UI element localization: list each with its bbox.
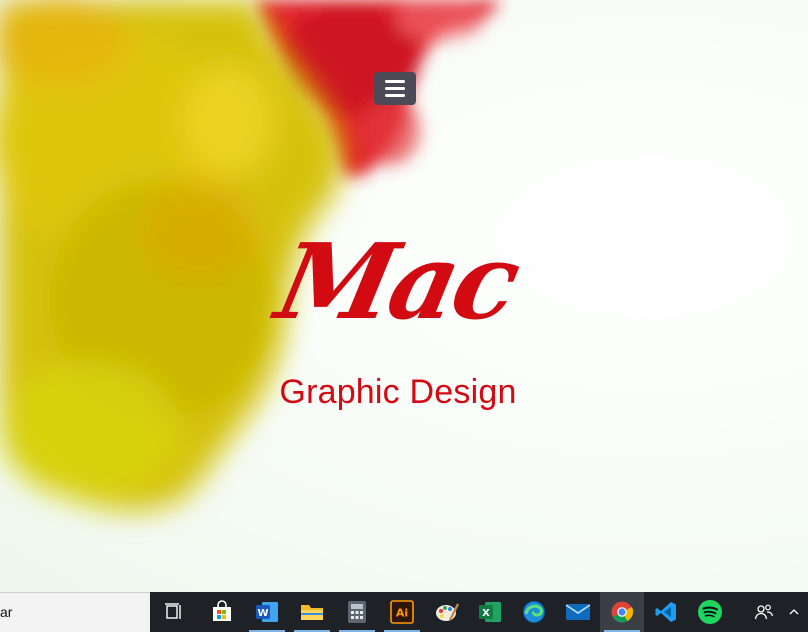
spotify-icon[interactable] (688, 592, 732, 632)
file-explorer-icon[interactable] (290, 592, 334, 632)
chrome-icon[interactable] (600, 592, 644, 632)
edge-icon[interactable] (512, 592, 556, 632)
word-icon[interactable]: W (245, 592, 289, 632)
hamburger-menu-icon-bar (385, 87, 405, 90)
people-icon[interactable] (742, 592, 786, 632)
illustrator-letters: Ai (396, 607, 408, 620)
hero-section: Mac Graphic Design (0, 0, 808, 592)
calculator-icon[interactable] (335, 592, 379, 632)
logo-script-text: Mac (267, 220, 527, 343)
tray-chevron-icon[interactable] (788, 592, 808, 632)
microsoft-store-icon[interactable] (200, 592, 244, 632)
hamburger-menu-button[interactable] (374, 72, 416, 105)
mac-logo: Mac Graphic Design (262, 220, 532, 418)
taskbar-search-text: ar (0, 604, 13, 620)
illustrator-icon[interactable]: Ai (380, 592, 424, 632)
vscode-icon[interactable] (644, 592, 688, 632)
hamburger-menu-icon-bar (385, 80, 405, 83)
mail-icon[interactable] (556, 592, 600, 632)
paint-icon[interactable] (425, 592, 469, 632)
logo-subtitle: Graphic Design (279, 373, 517, 411)
taskbar: W Ai X (150, 592, 808, 632)
taskbar-search-box[interactable]: ar (0, 592, 150, 632)
excel-letter: X (482, 608, 490, 619)
task-view-icon[interactable] (152, 592, 196, 632)
hamburger-menu-icon-bar (385, 94, 405, 97)
word-letter: W (257, 608, 268, 619)
excel-icon[interactable]: X (468, 592, 512, 632)
